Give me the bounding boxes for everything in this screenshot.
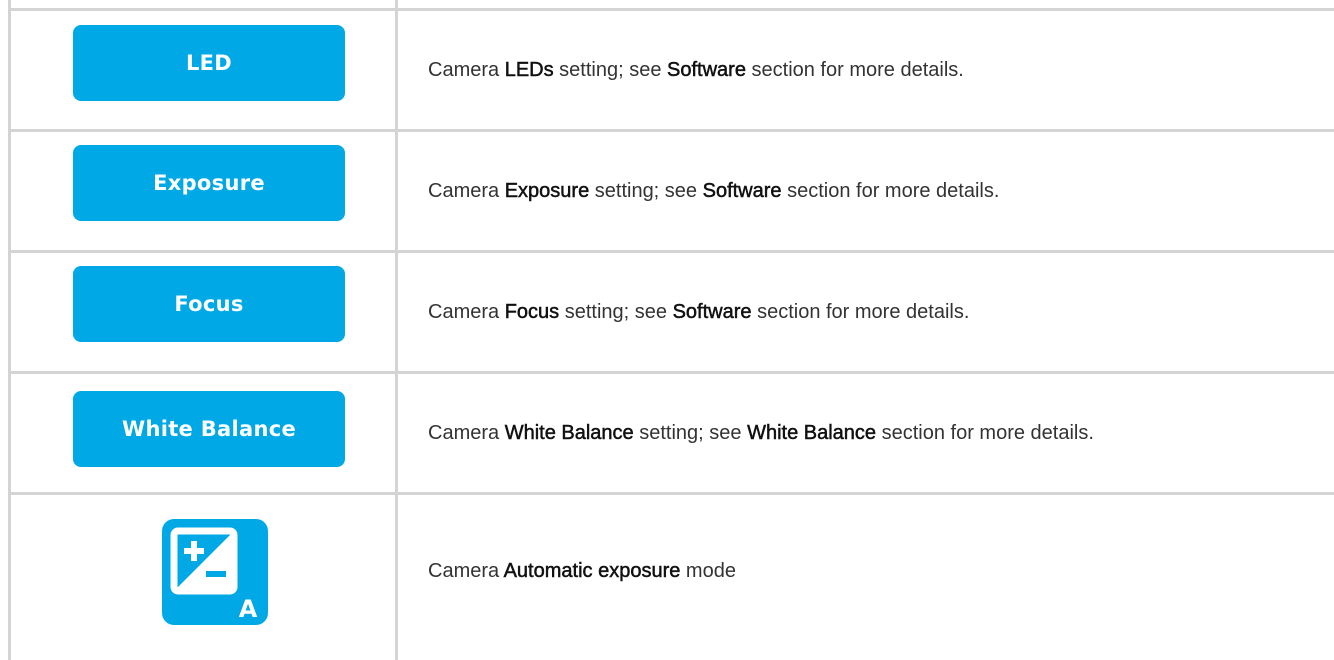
desc-prefix: Camera bbox=[428, 179, 505, 202]
desc-prefix: Camera bbox=[428, 560, 504, 582]
row-description: Camera White Balance setting; see White … bbox=[428, 421, 1094, 445]
led-button[interactable]: LED bbox=[73, 25, 345, 101]
desc-term: Focus bbox=[504, 300, 560, 323]
desc-ref: Software bbox=[672, 300, 752, 323]
desc-middle: setting; see bbox=[553, 58, 668, 81]
table-cell-button: Exposure bbox=[11, 132, 387, 250]
auto-letter: A bbox=[239, 595, 258, 623]
desc-term: LEDs bbox=[504, 58, 554, 81]
desc-middle: setting; see bbox=[589, 179, 703, 202]
table-row: A Camera Automatic exposure mode bbox=[11, 492, 1334, 660]
desc-ref: Software bbox=[702, 179, 782, 202]
desc-prefix: Camera bbox=[428, 421, 505, 444]
exposure-compensation-icon: A bbox=[170, 527, 258, 623]
desc-suffix: section for more details. bbox=[781, 179, 1000, 202]
row-description: Camera Exposure setting; see Software se… bbox=[428, 179, 1000, 203]
table-row: White Balance Camera White Balance setti… bbox=[11, 371, 1334, 492]
desc-middle: setting; see bbox=[633, 421, 748, 444]
table-cell-button: LED bbox=[11, 11, 387, 129]
desc-suffix: section for more details. bbox=[745, 58, 964, 81]
desc-term: Exposure bbox=[504, 179, 590, 202]
focus-button[interactable]: Focus bbox=[73, 266, 345, 342]
desc-ref: Software bbox=[667, 58, 746, 81]
table-cell-description: Camera Automatic exposure mode bbox=[390, 495, 1334, 648]
auto-exposure-icon[interactable]: A bbox=[162, 519, 268, 625]
desc-prefix: Camera bbox=[428, 58, 505, 81]
desc-middle: setting; see bbox=[559, 300, 673, 323]
desc-suffix: mode bbox=[680, 560, 736, 582]
desc-prefix: Camera bbox=[428, 300, 505, 323]
desc-ref: White Balance bbox=[747, 421, 877, 444]
table-cell-icon: A bbox=[11, 495, 387, 660]
desc-term: Automatic exposure bbox=[503, 560, 681, 583]
table-cell-description: Camera White Balance setting; see White … bbox=[390, 374, 1334, 492]
exposure-button[interactable]: Exposure bbox=[73, 145, 345, 221]
table-cell-description: Camera LEDs setting; see Software sectio… bbox=[390, 11, 1334, 129]
desc-term: White Balance bbox=[504, 421, 634, 444]
table-cell-button: White Balance bbox=[11, 374, 387, 492]
table-cell-description: Camera Exposure setting; see Software se… bbox=[390, 132, 1334, 250]
table-row: Exposure Camera Exposure setting; see So… bbox=[11, 129, 1334, 250]
table-row: Focus Camera Focus setting; see Software… bbox=[11, 250, 1334, 371]
documentation-table: LED Camera LEDs setting; see Software se… bbox=[8, 0, 1334, 660]
table-cell-description: Camera Focus setting; see Software secti… bbox=[390, 253, 1334, 371]
desc-suffix: section for more details. bbox=[751, 300, 970, 323]
row-description: Camera Focus setting; see Software secti… bbox=[428, 300, 970, 324]
table-row: LED Camera LEDs setting; see Software se… bbox=[11, 8, 1334, 129]
column-divider bbox=[395, 0, 398, 660]
row-description: Camera Automatic exposure mode bbox=[428, 560, 736, 583]
table-cell-button: Focus bbox=[11, 253, 387, 371]
white-balance-button[interactable]: White Balance bbox=[73, 391, 345, 467]
desc-suffix: section for more details. bbox=[876, 421, 1094, 444]
row-description: Camera LEDs setting; see Software sectio… bbox=[428, 58, 964, 82]
